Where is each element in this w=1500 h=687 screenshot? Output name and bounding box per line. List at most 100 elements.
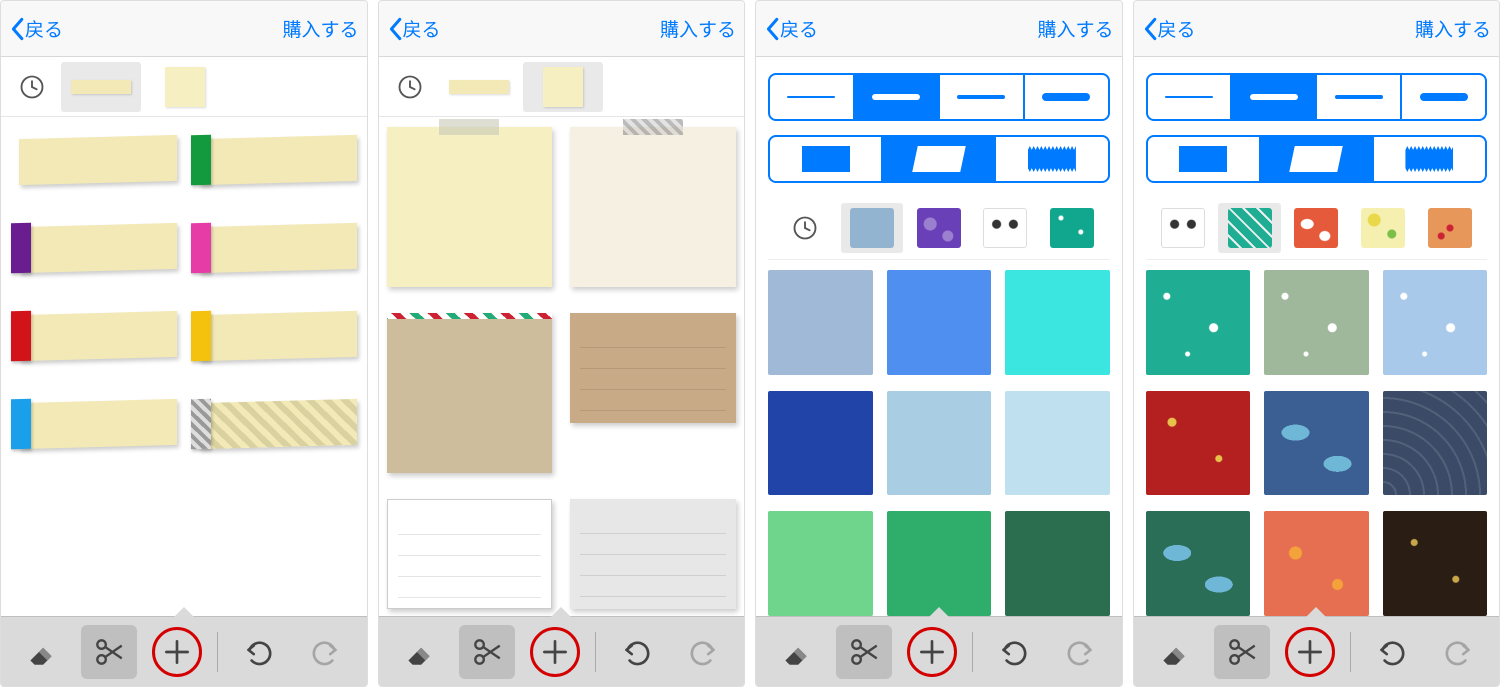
color-swatch[interactable]: [887, 270, 992, 375]
scissors-button[interactable]: [836, 625, 892, 679]
scissors-button[interactable]: [1214, 625, 1270, 679]
sticker-note[interactable]: [570, 313, 736, 423]
sticker-strip[interactable]: [9, 303, 179, 373]
color-swatch[interactable]: [768, 511, 873, 616]
tab-strips[interactable]: [61, 62, 141, 112]
pattern-swatch[interactable]: [1146, 511, 1251, 616]
category-swatch[interactable]: [1285, 203, 1348, 253]
purchase-button[interactable]: 購入する: [1037, 15, 1113, 42]
tab-strips[interactable]: [439, 62, 519, 112]
category-swatch[interactable]: [1218, 203, 1281, 253]
pattern-swatch[interactable]: [1383, 511, 1488, 616]
sticker-note[interactable]: [387, 127, 553, 287]
undo-button[interactable]: [985, 625, 1041, 679]
sticker-strip[interactable]: [9, 127, 179, 197]
category-recent[interactable]: [774, 203, 837, 253]
eraser-button[interactable]: [768, 625, 824, 679]
pattern-swatch[interactable]: [1383, 270, 1488, 375]
category-swatch[interactable]: [1152, 203, 1215, 253]
sticker-strip[interactable]: [9, 391, 179, 461]
eraser-button[interactable]: [391, 625, 447, 679]
line-width-option[interactable]: [770, 75, 853, 119]
scissors-button[interactable]: [81, 625, 137, 679]
pattern-swatch[interactable]: [1264, 391, 1369, 496]
line-width-option[interactable]: [938, 75, 1023, 119]
color-swatch[interactable]: [887, 511, 992, 616]
redo-button[interactable]: [298, 625, 354, 679]
tab-notes[interactable]: [145, 62, 225, 112]
undo-button[interactable]: [1363, 625, 1419, 679]
clock-icon: [396, 73, 424, 101]
pattern-swatch[interactable]: [1146, 270, 1251, 375]
pattern-category-row: [1146, 197, 1488, 260]
line-width-option[interactable]: [1315, 75, 1400, 119]
sticker-strip[interactable]: [9, 215, 179, 285]
add-button[interactable]: [527, 625, 583, 679]
back-label: 戻る: [403, 15, 441, 42]
tape-shape-option[interactable]: [994, 137, 1107, 181]
add-button[interactable]: [904, 625, 960, 679]
color-swatch[interactable]: [1005, 270, 1110, 375]
tape-shape-option[interactable]: [1259, 137, 1372, 181]
eraser-icon: [402, 635, 436, 669]
undo-icon: [996, 635, 1030, 669]
category-swatch[interactable]: [841, 203, 904, 253]
tape-shape-option[interactable]: [1148, 137, 1259, 181]
category-swatch[interactable]: [1041, 203, 1104, 253]
sticker-note[interactable]: [387, 499, 553, 609]
back-button[interactable]: 戻る: [1142, 15, 1196, 42]
color-swatch[interactable]: [768, 270, 873, 375]
chevron-left-icon: [764, 17, 780, 41]
category-swatch[interactable]: [907, 203, 970, 253]
line-width-option[interactable]: [1148, 75, 1231, 119]
tape-shape-option[interactable]: [770, 137, 881, 181]
pattern-swatch-grid: [1146, 270, 1488, 616]
tab-recent[interactable]: [385, 62, 435, 112]
sticker-strip[interactable]: [189, 215, 359, 285]
back-button[interactable]: 戻る: [9, 15, 63, 42]
category-swatch[interactable]: [1352, 203, 1415, 253]
line-width-option[interactable]: [1023, 75, 1108, 119]
pattern-swatch[interactable]: [1146, 391, 1251, 496]
sticker-strip[interactable]: [189, 303, 359, 373]
tape-shape-option[interactable]: [881, 137, 994, 181]
line-width-option[interactable]: [853, 75, 938, 119]
undo-button[interactable]: [230, 625, 286, 679]
line-width-option[interactable]: [1400, 75, 1485, 119]
tab-notes[interactable]: [523, 62, 603, 112]
sticker-strip[interactable]: [189, 127, 359, 197]
scissors-button[interactable]: [459, 625, 515, 679]
sticker-strip[interactable]: [189, 391, 359, 461]
eraser-button[interactable]: [1146, 625, 1202, 679]
color-swatch[interactable]: [887, 391, 992, 496]
sticker-note[interactable]: [570, 499, 736, 609]
add-button[interactable]: [149, 625, 205, 679]
sticker-note[interactable]: [387, 313, 553, 473]
line-width-option[interactable]: [1230, 75, 1315, 119]
redo-icon: [309, 635, 343, 669]
pattern-swatch[interactable]: [1264, 511, 1369, 616]
redo-button[interactable]: [1053, 625, 1109, 679]
redo-button[interactable]: [676, 625, 732, 679]
add-button[interactable]: [1282, 625, 1338, 679]
tape-shape-option[interactable]: [1372, 137, 1485, 181]
sticker-note[interactable]: [570, 127, 736, 287]
back-button[interactable]: 戻る: [764, 15, 818, 42]
back-button[interactable]: 戻る: [387, 15, 441, 42]
color-swatch[interactable]: [1005, 511, 1110, 616]
purchase-button[interactable]: 購入する: [660, 15, 736, 42]
purchase-button[interactable]: 購入する: [282, 15, 358, 42]
pattern-swatch[interactable]: [1264, 270, 1369, 375]
eraser-button[interactable]: [13, 625, 69, 679]
pattern-swatch[interactable]: [1383, 391, 1488, 496]
redo-button[interactable]: [1431, 625, 1487, 679]
undo-button[interactable]: [608, 625, 664, 679]
color-swatch[interactable]: [1005, 391, 1110, 496]
tab-recent[interactable]: [7, 62, 57, 112]
purchase-button[interactable]: 購入する: [1415, 15, 1491, 42]
category-swatch[interactable]: [974, 203, 1037, 253]
category-swatch[interactable]: [1418, 203, 1481, 253]
color-swatch[interactable]: [768, 391, 873, 496]
tape-shape-segmented: [768, 135, 1110, 183]
chevron-left-icon: [387, 17, 403, 41]
